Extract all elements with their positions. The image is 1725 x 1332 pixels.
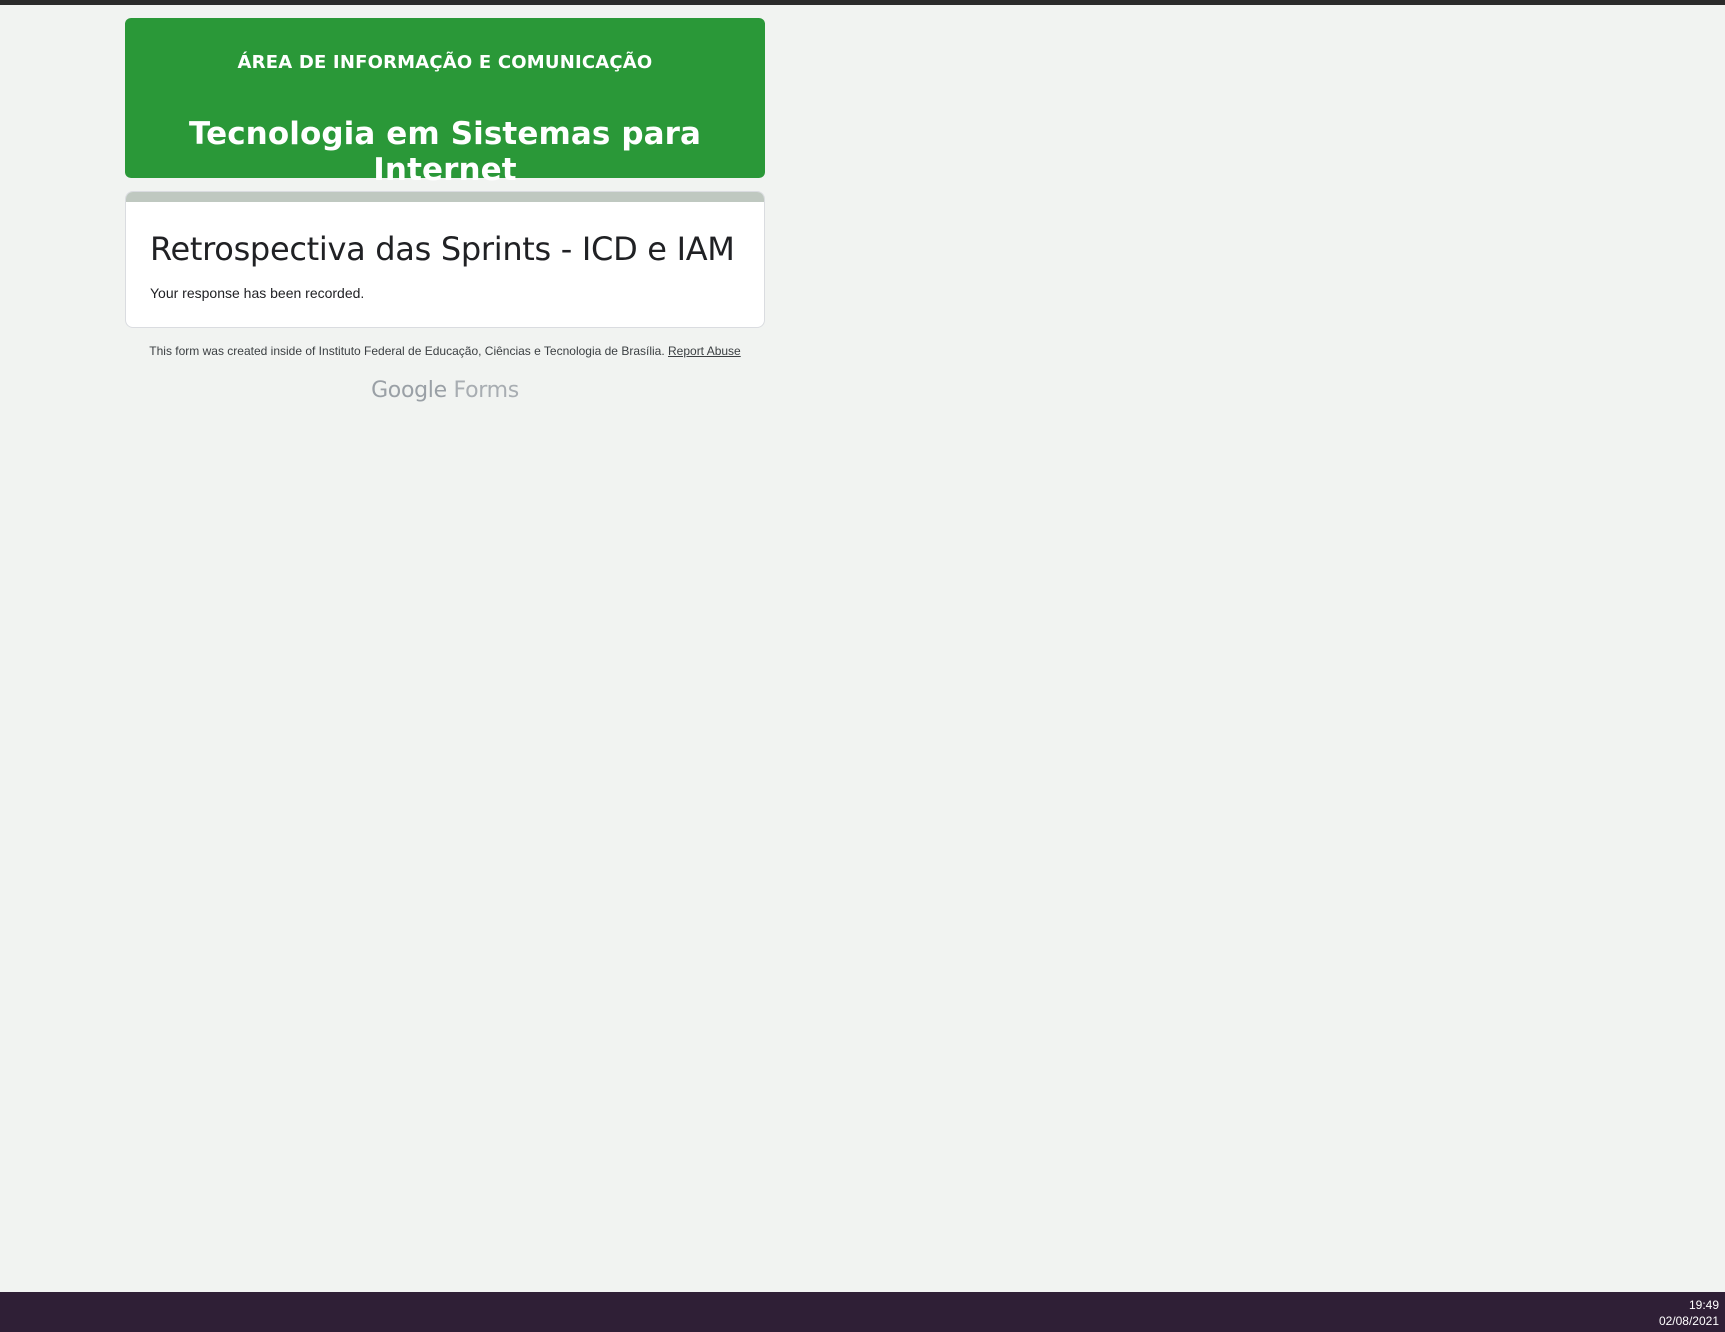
response-recorded-message: Your response has been recorded. — [150, 285, 365, 301]
report-abuse-link[interactable]: Report Abuse — [668, 344, 741, 358]
taskbar: 19:49 02/08/2021 — [0, 1292, 1725, 1332]
card-accent-bar — [126, 192, 764, 202]
brand-google-text: Google — [371, 378, 454, 403]
footer-note-text: This form was created inside of Institut… — [149, 344, 668, 358]
clock-time: 19:49 — [1688, 1298, 1719, 1312]
confirmation-card: Retrospectiva das Sprints - ICD e IAM Yo… — [125, 191, 765, 328]
banner-title: Tecnologia em Sistemas para Internet — [188, 116, 702, 188]
form-title: Retrospectiva das Sprints - ICD e IAM — [150, 230, 735, 268]
form-header-banner: ÁREA DE INFORMAÇÃO E COMUNICAÇÃO Tecnolo… — [125, 18, 765, 188]
clock-date: 02/08/2021 — [1658, 1314, 1719, 1328]
banner-subtitle: ÁREA DE INFORMAÇÃO E COMUNICAÇÃO — [237, 52, 653, 73]
footer-note: This form was created inside of Institut… — [125, 344, 765, 358]
google-forms-logo[interactable]: Google Forms — [125, 378, 765, 403]
brand-forms-text: Forms — [453, 378, 520, 403]
window-top-border — [0, 0, 1725, 5]
tray-clock[interactable]: 19:49 02/08/2021 — [1659, 1297, 1719, 1329]
